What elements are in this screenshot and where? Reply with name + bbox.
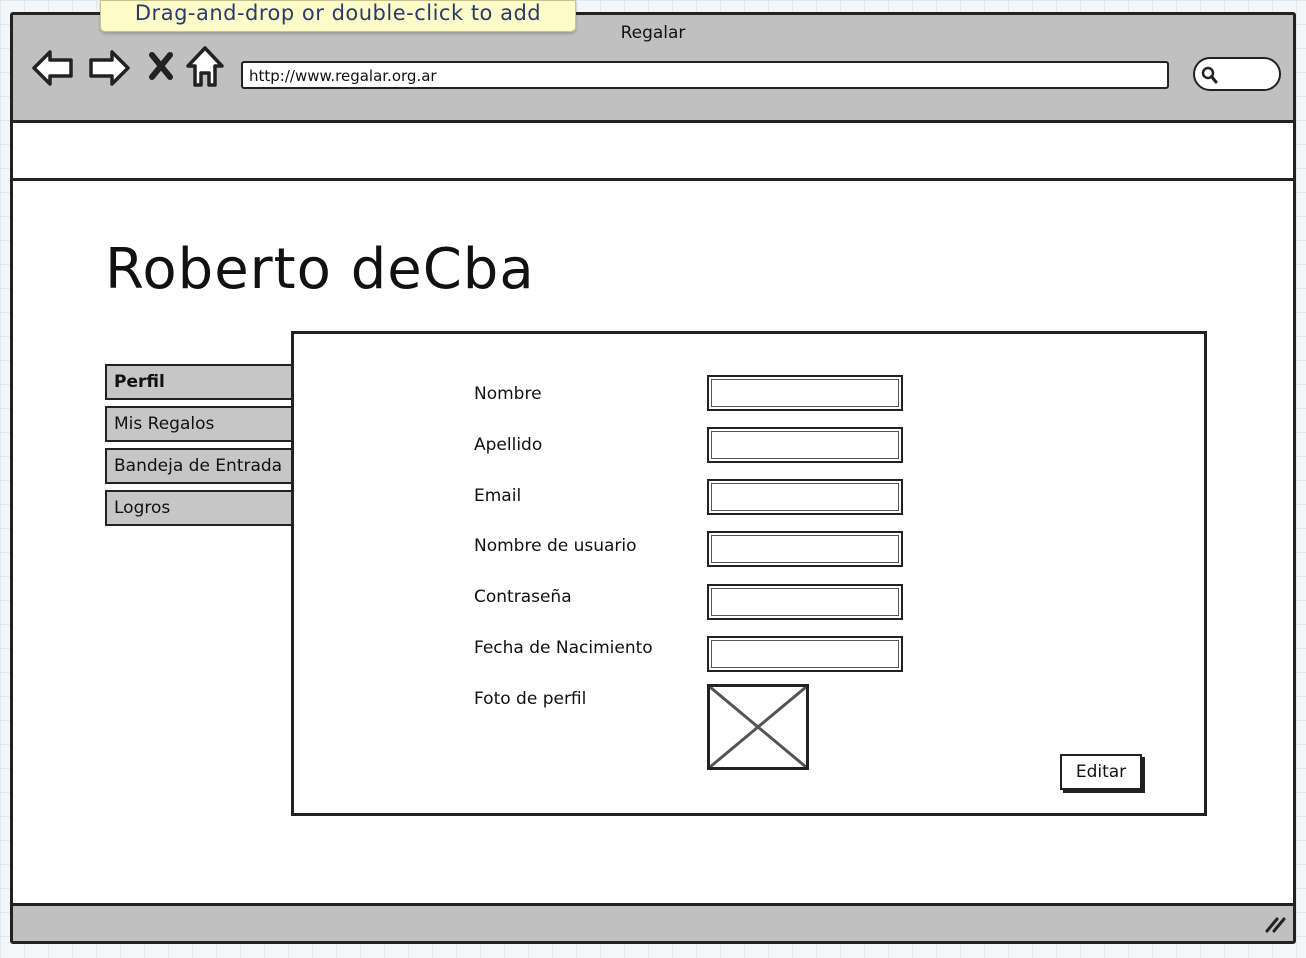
forward-arrow-icon[interactable]	[87, 47, 131, 93]
profile-panel: Nombre Apellido Email Nombre de usuario …	[291, 331, 1207, 816]
image-placeholder-icon	[709, 685, 807, 769]
tab-bandeja-de-entrada[interactable]: Bandeja de Entrada	[105, 448, 295, 484]
tab-mis-regalos[interactable]: Mis Regalos	[105, 406, 295, 442]
email-label: Email	[474, 486, 522, 506]
password-label: Contraseña	[474, 587, 572, 607]
username-field[interactable]	[707, 531, 903, 567]
drag-drop-tooltip: Drag-and-drop or double-click to add	[100, 0, 576, 32]
password-field[interactable]	[707, 584, 903, 620]
resize-grip-icon[interactable]	[1263, 913, 1287, 937]
tab-perfil[interactable]: Perfil	[105, 364, 295, 400]
status-bar	[13, 903, 1293, 941]
username-label: Nombre de usuario	[474, 536, 637, 556]
nombre-label: Nombre	[474, 384, 542, 404]
email-field[interactable]	[707, 479, 903, 515]
page-toolbar	[13, 123, 1293, 181]
search-icon	[1201, 66, 1218, 84]
back-arrow-icon[interactable]	[31, 47, 75, 93]
birthdate-label: Fecha de Nacimiento	[474, 638, 653, 658]
birthdate-field[interactable]	[707, 636, 903, 672]
close-x-icon[interactable]	[147, 51, 175, 85]
browser-window: Regalar http://www.regalar.org.ar Robert…	[10, 12, 1296, 944]
url-bar[interactable]: http://www.regalar.org.ar	[241, 61, 1169, 89]
profile-photo-placeholder[interactable]	[707, 684, 809, 770]
nombre-field[interactable]	[707, 375, 903, 411]
apellido-label: Apellido	[474, 435, 543, 455]
home-icon[interactable]	[185, 45, 225, 93]
tab-logros[interactable]: Logros	[105, 490, 295, 526]
edit-button[interactable]: Editar	[1060, 754, 1142, 790]
photo-label: Foto de perfil	[474, 689, 587, 709]
page-title: Roberto deCba	[105, 237, 535, 302]
apellido-field[interactable]	[707, 427, 903, 463]
search-field[interactable]	[1193, 57, 1281, 91]
